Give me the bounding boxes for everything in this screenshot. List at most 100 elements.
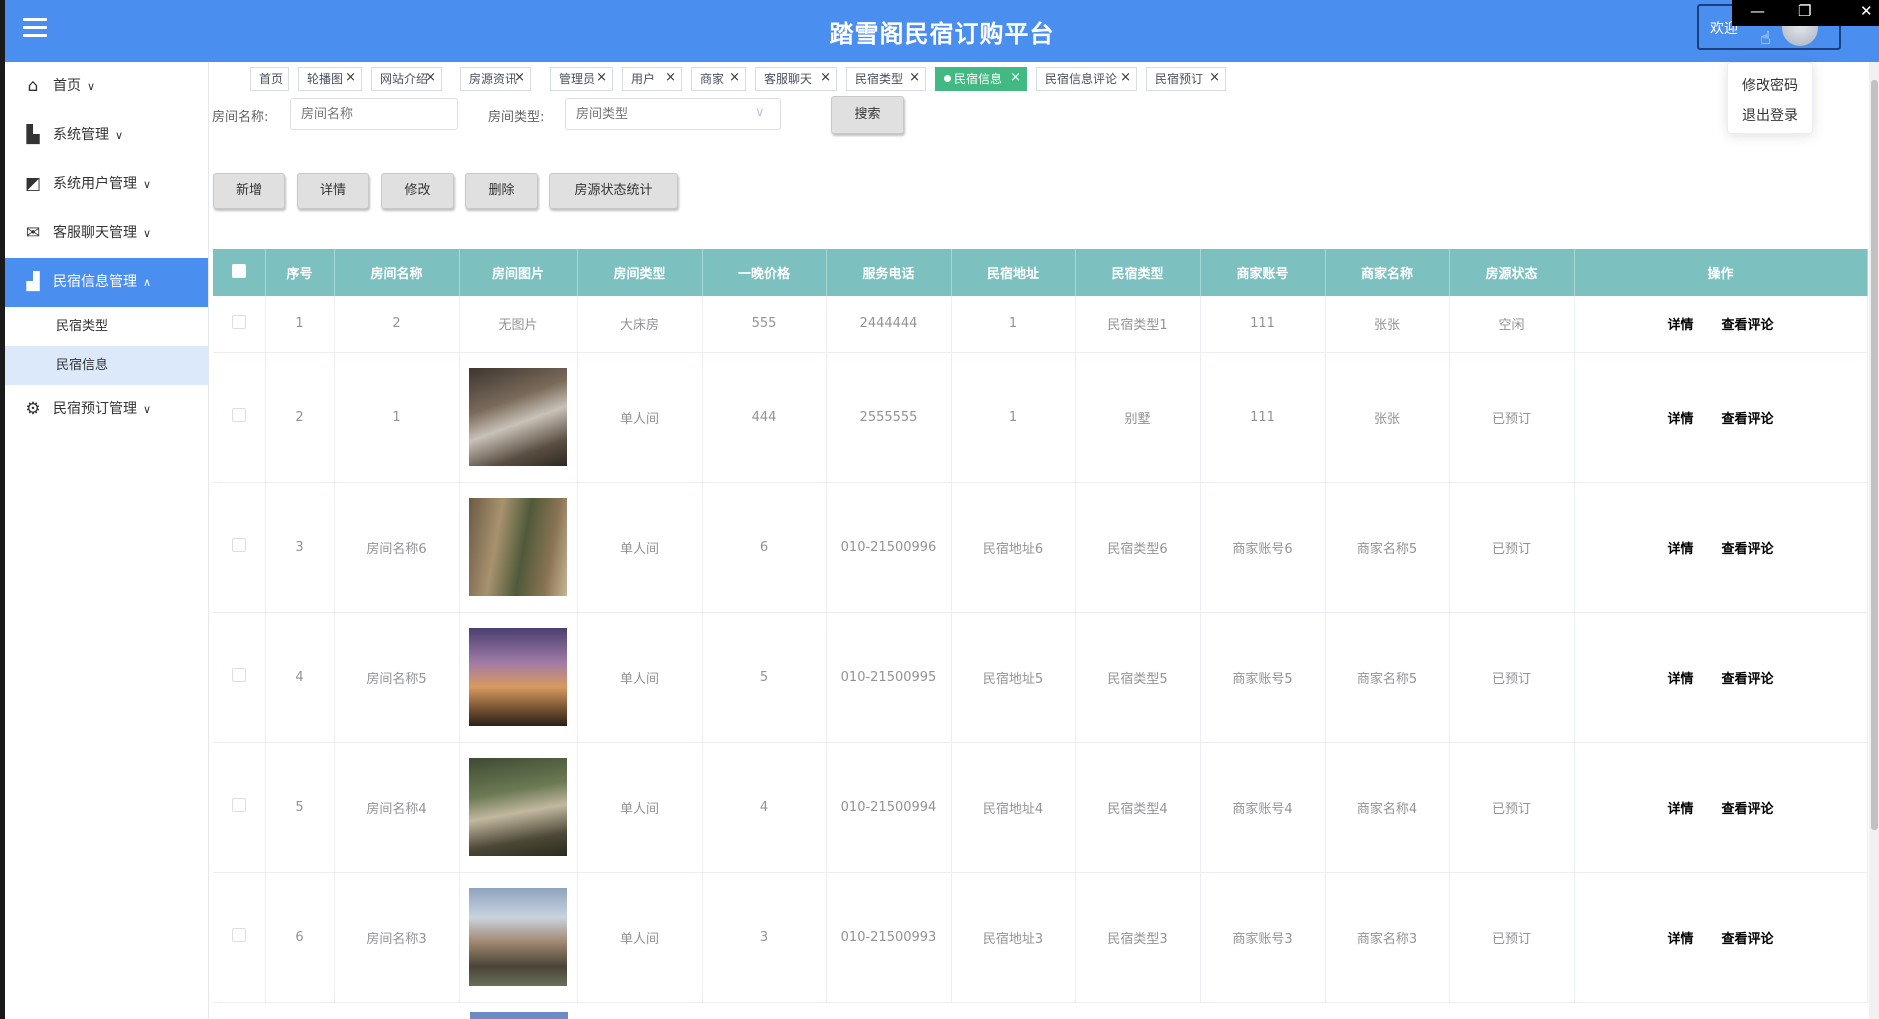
tab-news[interactable]: 房源资讯 × — [460, 67, 531, 91]
sidebar-item-system-users[interactable]: ◩ 系统用户管理 ∨ — [5, 160, 208, 209]
sidebar-item-home[interactable]: ⌂ 首页 ∨ — [5, 62, 208, 111]
table-row[interactable]: 3 房间名称6 单人间 6 010-21500996 民宿地址6 民宿类型6 商… — [213, 482, 1868, 613]
scrollbar-thumb[interactable] — [1871, 80, 1878, 830]
search-button[interactable]: 搜索 — [831, 96, 904, 134]
close-icon[interactable]: × — [345, 67, 356, 89]
window-controls: — ❐ ✕ — [1732, 0, 1879, 26]
table-row[interactable]: 4 房间名称5 单人间 5 010-21500995 民宿地址5 民宿类型5 商… — [213, 612, 1868, 743]
tab-merchants[interactable]: 商家 × — [691, 67, 746, 91]
detail-link[interactable]: 详情 — [1667, 542, 1693, 557]
detail-link[interactable]: 详情 — [1667, 672, 1693, 687]
cell-price: 5 — [702, 612, 827, 743]
tab-label: 民宿预订 — [1155, 72, 1204, 86]
sidebar-item-label: 客服聊天管理 — [53, 225, 137, 241]
close-icon[interactable]: × — [820, 67, 831, 89]
view-comments-link[interactable]: 查看评论 — [1722, 542, 1774, 557]
row-checkbox[interactable] — [213, 612, 266, 743]
cell-merchant-account: 111 — [1200, 352, 1326, 483]
cell-status: 已预订 — [1449, 872, 1575, 1003]
room-thumbnail[interactable] — [469, 758, 567, 856]
close-icon[interactable]: × — [425, 67, 436, 89]
table-row[interactable]: 6 房间名称3 单人间 3 010-21500993 民宿地址3 民宿类型3 商… — [213, 872, 1868, 1003]
cell-type: 单人间 — [577, 742, 703, 873]
tab-site-intro[interactable]: 网站介绍 × — [371, 67, 442, 91]
tab-label: 管理员 — [559, 72, 596, 86]
cell-merchant-name: 张张 — [1325, 296, 1450, 353]
sidebar: ⌂ 首页 ∨ ▙ 系统管理 ∨ ◩ 系统用户管理 ∨ ✉ 客服聊天管理 ∨ ▟ 民宿信息… — [5, 62, 209, 1019]
add-button[interactable]: 新增 — [213, 173, 285, 209]
change-password-item[interactable]: 修改密码 — [1728, 71, 1812, 101]
table-row[interactable]: 2 1 单人间 444 2555555 1 别墅 111 张张 已预订 详情 查看… — [213, 352, 1868, 483]
sidebar-item-bnb-info[interactable]: ▟ 民宿信息管理 ∧ — [5, 258, 208, 307]
sidebar-item-system[interactable]: ▙ 系统管理 ∨ — [5, 111, 208, 160]
view-comments-link[interactable]: 查看评论 — [1722, 802, 1774, 817]
room-thumbnail[interactable] — [469, 628, 567, 726]
tab-admin[interactable]: 管理员 × — [550, 67, 613, 91]
tab-bnb-type[interactable]: 民宿类型 × — [846, 67, 926, 91]
building-icon: ▟ — [26, 272, 40, 292]
detail-button[interactable]: 详情 — [297, 173, 369, 209]
cell-name: 2 — [334, 296, 460, 353]
row-checkbox[interactable] — [213, 742, 266, 873]
tab-carousel[interactable]: 轮播图 × — [298, 67, 362, 91]
view-comments-link[interactable]: 查看评论 — [1722, 318, 1774, 333]
sidebar-item-chat[interactable]: ✉ 客服聊天管理 ∨ — [5, 209, 208, 258]
minimize-icon[interactable]: — — [1750, 2, 1765, 20]
detail-link[interactable]: 详情 — [1667, 932, 1693, 947]
room-status-stats-button[interactable]: 房源状态统计 — [549, 173, 678, 209]
room-name-input[interactable] — [290, 98, 458, 130]
row-checkbox[interactable] — [213, 872, 266, 1003]
column-header: 民宿地址 — [951, 249, 1076, 296]
close-icon[interactable]: × — [729, 67, 740, 89]
user-dropdown: 修改密码 退出登录 — [1727, 62, 1813, 134]
tab-bnb-comments[interactable]: 民宿信息评论 × — [1036, 67, 1137, 91]
tab-bnb-info[interactable]: 民宿信息 × — [935, 67, 1027, 91]
room-thumbnail[interactable] — [469, 888, 567, 986]
cell-merchant-name: 商家名称3 — [1325, 872, 1450, 1003]
detail-link[interactable]: 详情 — [1667, 802, 1693, 817]
row-checkbox[interactable] — [213, 296, 266, 353]
edit-button[interactable]: 修改 — [381, 173, 454, 209]
detail-link[interactable]: 详情 — [1667, 412, 1693, 427]
sidebar-item-booking[interactable]: ⚙ 民宿预订管理 ∨ — [5, 385, 208, 434]
close-icon[interactable]: × — [596, 67, 607, 89]
table-row[interactable]: 1 2 无图片 大床房 555 2444444 1 民宿类型1 111 张张 空… — [213, 296, 1868, 353]
chevron-down-icon: ∨ — [143, 403, 152, 416]
close-icon[interactable]: × — [665, 67, 676, 89]
close-icon[interactable]: × — [1120, 67, 1131, 89]
delete-button[interactable]: 删除 — [465, 173, 538, 209]
row-checkbox[interactable] — [213, 352, 266, 483]
cell-price: 3 — [702, 872, 827, 1003]
chevron-down-icon: ∨ — [115, 129, 124, 142]
cell-status: 已预订 — [1449, 482, 1575, 613]
column-header: 操作 — [1574, 249, 1868, 296]
select-all-checkbox[interactable] — [213, 249, 266, 296]
tab-users[interactable]: 用户 × — [622, 67, 682, 91]
close-icon[interactable]: × — [909, 67, 920, 89]
table-row[interactable]: 5 房间名称4 单人间 4 010-21500994 民宿地址4 民宿类型4 商… — [213, 742, 1868, 873]
view-comments-link[interactable]: 查看评论 — [1722, 412, 1774, 427]
detail-link[interactable]: 详情 — [1667, 318, 1693, 333]
tab-home[interactable]: 首页 — [250, 67, 289, 91]
row-checkbox[interactable] — [213, 482, 266, 613]
logout-item[interactable]: 退出登录 — [1728, 101, 1812, 131]
room-thumbnail[interactable] — [469, 368, 567, 466]
close-icon[interactable]: × — [514, 67, 525, 89]
sidebar-subitem-bnb-info[interactable]: 民宿信息 — [5, 346, 208, 385]
restore-icon[interactable]: ❐ — [1798, 2, 1811, 20]
close-icon[interactable]: ✕ — [1860, 2, 1873, 20]
tab-booking[interactable]: 民宿预订 × — [1146, 67, 1226, 91]
cell-bnb-type: 民宿类型1 — [1075, 296, 1201, 353]
tab-label: 用户 — [631, 72, 656, 86]
view-comments-link[interactable]: 查看评论 — [1722, 672, 1774, 687]
room-thumbnail[interactable] — [469, 498, 567, 596]
tab-chat[interactable]: 客服聊天 × — [755, 67, 837, 91]
cell-type: 大床房 — [577, 296, 703, 353]
view-comments-link[interactable]: 查看评论 — [1722, 932, 1774, 947]
cell-actions: 详情 查看评论 — [1574, 482, 1868, 613]
sidebar-subitem-bnb-type[interactable]: 民宿类型 — [5, 307, 208, 346]
close-icon[interactable]: × — [1010, 67, 1021, 89]
close-icon[interactable]: × — [1209, 67, 1220, 89]
room-type-select[interactable] — [565, 98, 781, 130]
cell-merchant-name: 商家名称5 — [1325, 482, 1450, 613]
